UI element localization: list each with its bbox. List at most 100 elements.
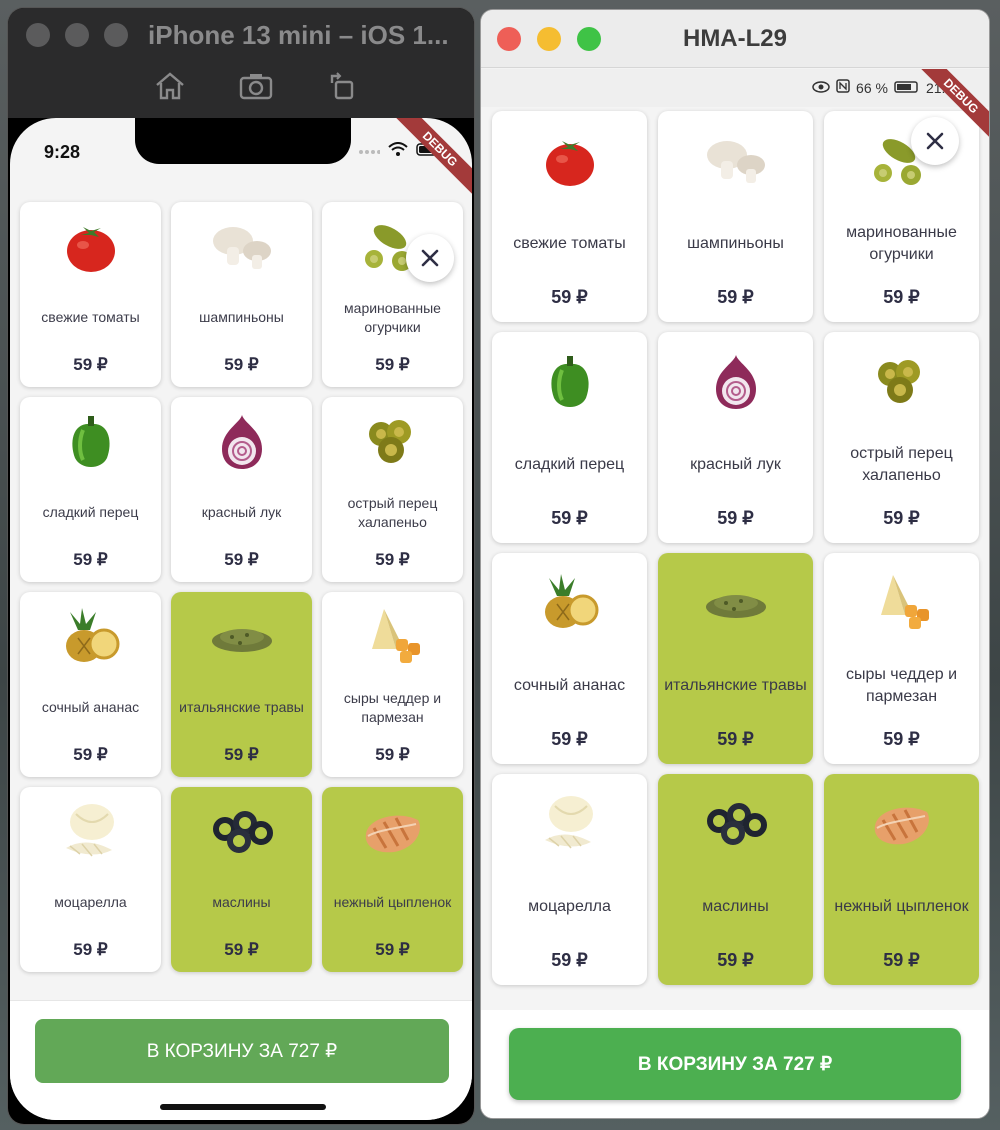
topping-card[interactable]: шампиньоны 59 ₽ — [171, 202, 312, 387]
topping-card[interactable]: нежный цыпленок 59 ₽ — [824, 774, 979, 985]
emulator-titlebar: HMA-L29 — [481, 10, 989, 68]
topping-card[interactable]: маслины 59 ₽ — [658, 774, 813, 985]
topping-price: 59 ₽ — [73, 745, 108, 764]
topping-name: свежие томаты — [513, 235, 626, 253]
topping-price: 59 ₽ — [883, 287, 920, 307]
topping-card[interactable]: нежный цыпленок 59 ₽ — [322, 787, 463, 972]
topping-name: сладкий перец — [514, 456, 625, 474]
topping-name: итальянские травы — [179, 699, 304, 716]
status-time: 9:28 — [44, 142, 81, 162]
topping-price: 59 ₽ — [73, 355, 108, 374]
bell-pepper-icon — [542, 342, 598, 422]
topping-name: сыры чеддер и пармезан — [343, 689, 442, 725]
topping-price: 59 ₽ — [375, 745, 410, 764]
topping-card[interactable]: сыры чеддер и пармезан 59 ₽ — [824, 553, 979, 764]
mushroom-icon — [701, 121, 771, 201]
topping-card[interactable]: итальянские травы 59 ₽ — [171, 592, 312, 777]
minimize-window-button[interactable] — [65, 23, 89, 47]
home-indicator — [160, 1104, 326, 1110]
zoom-window-button[interactable] — [104, 23, 128, 47]
battery-percent: 66 % — [856, 79, 888, 96]
topping-price: 59 ₽ — [375, 355, 410, 374]
topping-card[interactable]: свежие томаты 59 ₽ — [492, 111, 647, 322]
topping-price: 59 ₽ — [224, 940, 259, 959]
close-window-button[interactable] — [26, 23, 50, 47]
battery-icon — [894, 80, 920, 96]
topping-name: шампиньоны — [687, 235, 784, 253]
topping-name: сыры чеддер и пармезан — [845, 666, 958, 705]
cheese-icon — [358, 604, 428, 670]
topping-name: красный лук — [690, 456, 781, 474]
rotate-icon[interactable] — [324, 68, 360, 104]
bell-pepper-icon — [63, 409, 119, 475]
topping-card[interactable]: итальянские травы 59 ₽ — [658, 553, 813, 764]
topping-card[interactable]: красный лук 59 ₽ — [658, 332, 813, 543]
topping-card[interactable]: сочный ананас 59 ₽ — [20, 592, 161, 777]
add-to-cart-button[interactable]: В КОРЗИНУ ЗА 727 ₽ — [509, 1028, 961, 1100]
topping-price: 59 ₽ — [551, 287, 588, 307]
topping-price: 59 ₽ — [883, 508, 920, 528]
topping-card[interactable]: маринованные огурчики 59 ₽ — [322, 202, 463, 387]
close-button[interactable] — [911, 117, 959, 165]
herbs-icon — [207, 604, 277, 670]
toppings-grid: свежие томаты 59 ₽ шампиньоны 59 ₽ маринован… — [492, 111, 979, 985]
topping-price: 59 ₽ — [375, 940, 410, 959]
topping-price: 59 ₽ — [375, 550, 410, 569]
toppings-grid: свежие томаты 59 ₽ шампиньоны 59 ₽ маринован… — [20, 202, 465, 972]
jalapeno-icon — [361, 409, 425, 475]
cheese-icon — [867, 563, 937, 643]
topping-name: маринованные огурчики — [846, 224, 957, 263]
topping-card[interactable]: сладкий перец 59 ₽ — [492, 332, 647, 543]
nfc-icon — [836, 79, 850, 96]
topping-price: 59 ₽ — [717, 950, 754, 970]
topping-name: маслины — [702, 898, 769, 916]
topping-name: маслины — [212, 894, 271, 911]
topping-card[interactable]: маслины 59 ₽ — [171, 787, 312, 972]
topping-card[interactable]: свежие томаты 59 ₽ — [20, 202, 161, 387]
topping-card[interactable]: сочный ананас 59 ₽ — [492, 553, 647, 764]
android-emulator-window: HMA-L29 66 % 21:28 DEBUG свежие томаты59… — [481, 10, 989, 1118]
topping-card[interactable]: красный лук 59 ₽ — [171, 397, 312, 582]
window-title: HMA-L29 — [682, 25, 787, 52]
topping-card[interactable]: моцарелла 59 ₽ — [492, 774, 647, 985]
topping-card[interactable]: моцарелла 59 ₽ — [20, 787, 161, 972]
topping-name: сочный ананас — [513, 677, 626, 695]
red-onion-icon — [214, 409, 270, 475]
home-icon[interactable] — [152, 68, 188, 104]
topping-name: острый перец халапеньо — [850, 445, 953, 484]
topping-name: маринованные огурчики — [344, 299, 441, 335]
topping-price: 59 ₽ — [73, 550, 108, 569]
close-button[interactable] — [406, 234, 454, 282]
close-icon — [926, 132, 944, 150]
olives-icon — [701, 784, 771, 864]
screenshot-icon[interactable] — [238, 68, 274, 104]
topping-card[interactable]: острый перец халапеньо 59 ₽ — [824, 332, 979, 543]
simulator-titlebar: iPhone 13 mini – iOS 1... — [8, 8, 474, 118]
window-controls — [26, 23, 128, 47]
eye-icon — [812, 80, 830, 96]
topping-price: 59 ₽ — [224, 550, 259, 569]
android-status-bar: 66 % 21:28 — [481, 69, 989, 107]
topping-name: моцарелла — [528, 898, 611, 916]
chicken-icon — [358, 799, 428, 865]
topping-name: нежный цыпленок — [834, 898, 969, 916]
topping-name: сладкий перец — [42, 504, 139, 521]
mozzarella-icon — [535, 784, 605, 864]
bottom-bar: В КОРЗИНУ ЗА 727 ₽ — [10, 1000, 472, 1120]
mozzarella-icon — [56, 799, 126, 865]
topping-price: 59 ₽ — [717, 508, 754, 528]
topping-name: свежие томаты — [41, 309, 140, 326]
add-to-cart-button[interactable]: В КОРЗИНУ ЗА 727 ₽ — [35, 1019, 449, 1083]
topping-name: сочный ананас — [41, 699, 140, 716]
topping-name: итальянские травы — [664, 677, 807, 695]
topping-card[interactable]: сыры чеддер и пармезан 59 ₽ — [322, 592, 463, 777]
topping-card[interactable]: сладкий перец 59 ₽ — [20, 397, 161, 582]
ios-simulator-window: iPhone 13 mini – iOS 1... 9:28 DEBUG све… — [8, 8, 474, 1124]
mushroom-icon — [207, 214, 277, 280]
topping-price: 59 ₽ — [883, 729, 920, 749]
pineapple-icon — [535, 563, 605, 643]
tomato-icon — [61, 214, 121, 280]
topping-card[interactable]: шампиньоны 59 ₽ — [658, 111, 813, 322]
topping-card[interactable]: острый перец халапеньо 59 ₽ — [322, 397, 463, 582]
topping-name: острый перец халапеньо — [347, 494, 438, 530]
